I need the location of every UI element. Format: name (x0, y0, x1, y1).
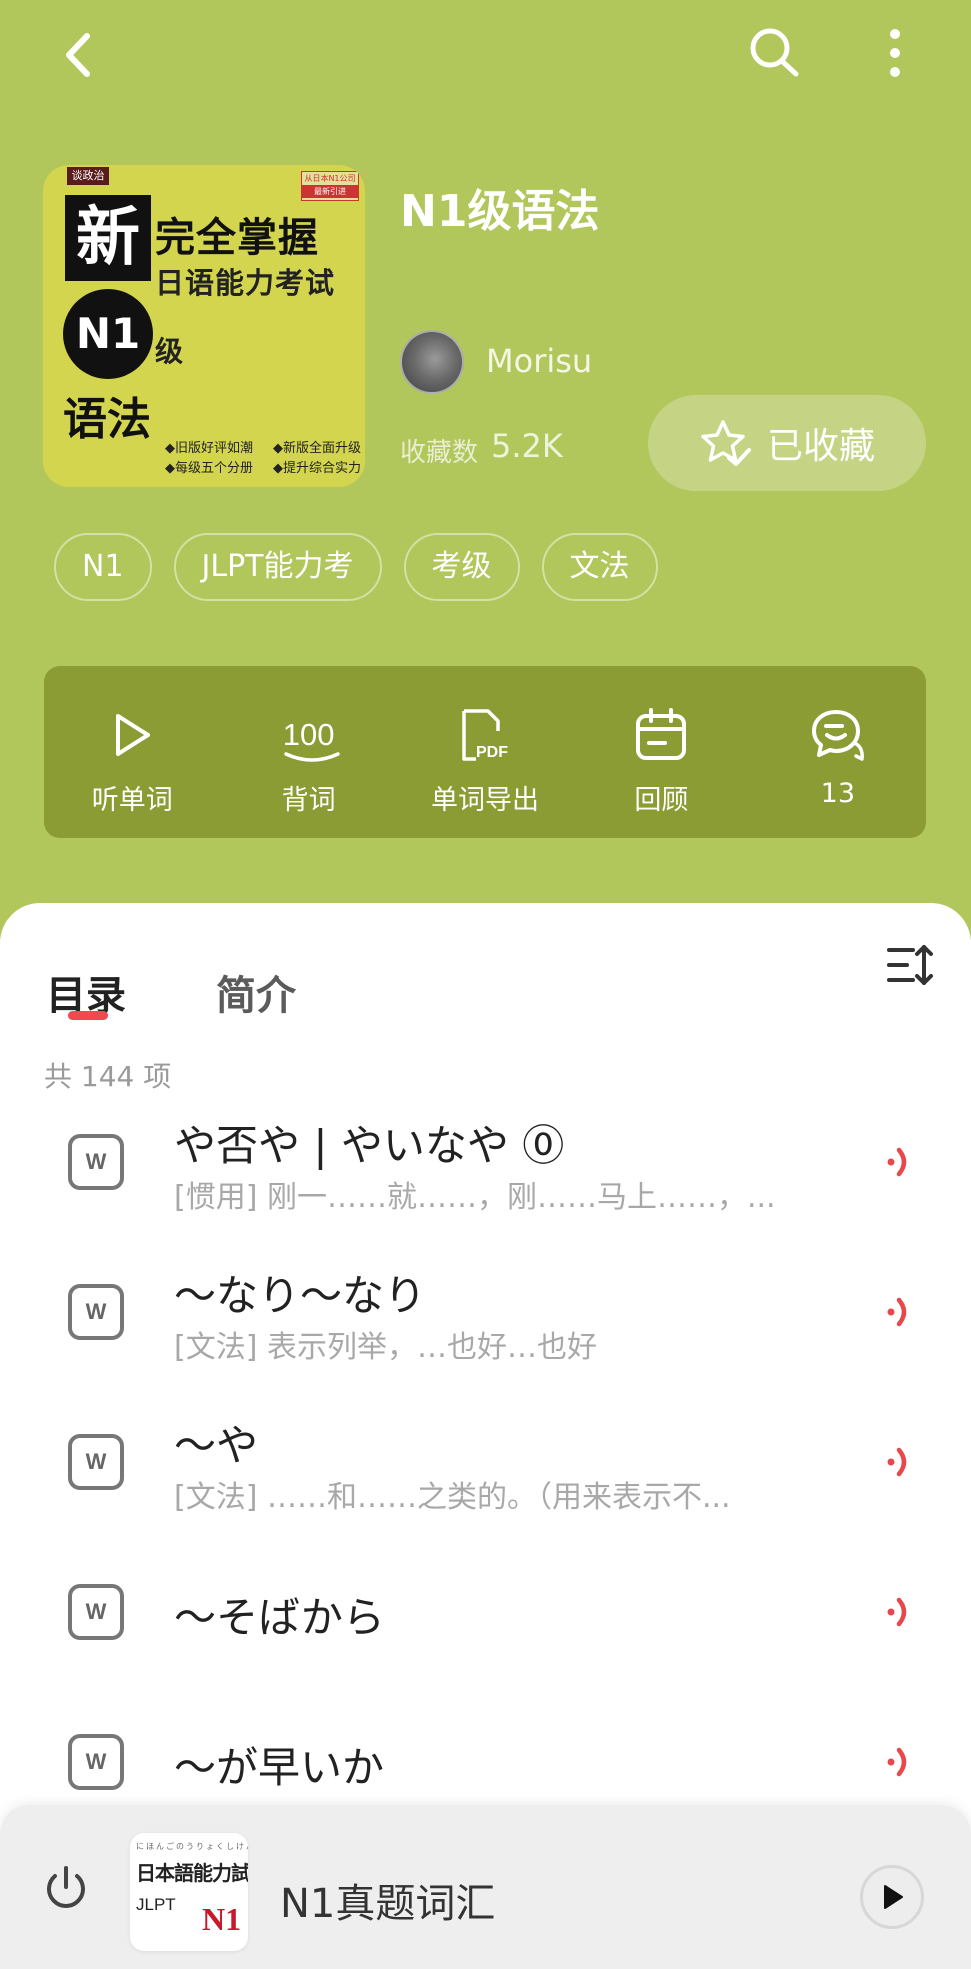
item-word: ～なり～なり (174, 1271, 427, 1320)
active-tab-indicator (68, 1011, 108, 1020)
calendar-icon (636, 708, 687, 760)
w-box-icon: W (68, 1584, 124, 1640)
thumb-title: 日本語能力試験 (136, 1861, 248, 1885)
pdf-icon-text: PDF (476, 744, 508, 761)
item-word: ～そばから (174, 1593, 385, 1642)
tag-chip[interactable]: N1 (54, 533, 152, 601)
thumb-sub: JLPT (136, 1895, 176, 1914)
list-item[interactable]: W ～なり～なり [文法] 表示列举，…也好…也好 (0, 1250, 971, 1400)
w-box-icon: W (68, 1434, 124, 1490)
thumb-level: N1 (202, 1901, 242, 1937)
star-check-icon (701, 420, 751, 466)
cover-badge-bottom: 最新引进 (302, 185, 358, 198)
player-title[interactable]: N1真题词汇 (280, 1871, 495, 1929)
book-cover[interactable]: 谈政治 从日本N1公司 最新引进 新 完全掌握 日语能力考试 N1 级 语法 ◆… (43, 165, 365, 487)
play-icon (884, 1885, 903, 1909)
cover-ji: 级 (155, 335, 184, 368)
speaker-icon[interactable] (882, 1292, 922, 1332)
cover-title-line1: 完全掌握 (155, 215, 319, 261)
author-avatar[interactable] (400, 330, 464, 394)
cover-badge: 从日本N1公司 最新引进 (301, 171, 359, 201)
mini-player[interactable]: にほんごのうりょくしけん 日本語能力試験 JLPT N1 N1真题词汇 (0, 1805, 971, 1969)
thumb-kana: にほんごのうりょくしけん (136, 1842, 248, 1851)
item-definition: [文法] ……和……之类的。（用来表示不... (174, 1480, 731, 1515)
review-label: 回顾 (634, 785, 689, 816)
cover-bullet: ◆提升综合实力 (273, 461, 361, 476)
list-item[interactable]: W ～や [文法] ……和……之类的。（用来表示不... (0, 1400, 971, 1550)
export-words-label: 单词导出 (431, 785, 540, 816)
cover-level: N1 (63, 289, 153, 379)
listen-words-label: 听单词 (91, 785, 173, 816)
list-item[interactable]: W や否や | やいなや ⓪ [惯用] 刚一……就……，刚……马上……，... (0, 1100, 971, 1250)
memorize-label: 背词 (281, 785, 336, 816)
w-box-icon: W (68, 1284, 124, 1340)
tag-chip[interactable]: JLPT能力考 (173, 533, 382, 601)
item-definition: [惯用] 刚一……就……，刚……马上……，... (174, 1180, 776, 1215)
comment-icon (811, 710, 864, 761)
back-button[interactable] (48, 20, 108, 90)
cover-bullet: ◆新版全面升级 (273, 441, 361, 456)
action-bar: 听单词 100 背词 PDF 单词导出 回顾 13 (44, 666, 926, 838)
item-count: 共 144 项 (44, 1060, 172, 1093)
favorite-button[interactable]: 已收藏 (648, 395, 926, 491)
tab-intro[interactable]: 简介 (216, 963, 296, 1021)
speaker-icon[interactable] (882, 1142, 922, 1182)
cover-xin: 新 (65, 195, 151, 281)
hundred-icon: 100 (282, 717, 340, 762)
review-button[interactable]: 回顾 (573, 666, 749, 838)
speaker-icon[interactable] (882, 1442, 922, 1482)
comments-count: 13 (820, 778, 855, 809)
memorize-button[interactable]: 100 背词 (220, 666, 396, 838)
book-title: N1级语法 (400, 186, 600, 237)
cover-bullet: ◆每级五个分册 (165, 461, 253, 476)
author-name[interactable]: Morisu (486, 342, 592, 380)
play-outline-icon (116, 714, 151, 756)
listen-words-button[interactable]: 听单词 (44, 666, 220, 838)
sort-order-icon (887, 945, 933, 985)
speaker-icon[interactable] (882, 1592, 922, 1632)
w-box-icon: W (68, 1134, 124, 1190)
power-icon[interactable] (40, 1863, 92, 1915)
hundred-icon-text: 100 (282, 717, 335, 752)
tag-chip[interactable]: 考级 (403, 533, 520, 601)
item-word: や否や | やいなや ⓪ (174, 1121, 565, 1170)
pdf-file-icon: PDF (462, 709, 508, 761)
tag-list: N1 JLPT能力考 考级 文法 (54, 533, 658, 601)
search-icon (750, 28, 799, 77)
item-definition: [文法] 表示列举，…也好…也好 (174, 1330, 597, 1365)
export-words-button[interactable]: PDF 单词导出 (397, 666, 573, 838)
sort-button[interactable] (882, 937, 938, 993)
item-word: ～や (174, 1421, 259, 1470)
player-thumbnail[interactable]: にほんごのうりょくしけん 日本語能力試験 JLPT N1 (130, 1833, 248, 1951)
cover-title-line2: 日语能力考试 (155, 266, 336, 300)
favorites-label: 收藏数 (400, 438, 479, 468)
comments-button[interactable]: 13 (750, 666, 926, 838)
w-box-icon: W (68, 1734, 124, 1790)
book-header: 谈政治 从日本N1公司 最新引进 新 完全掌握 日语能力考试 N1 级 语法 ◆… (0, 0, 971, 940)
cover-bullet: ◆旧版好评如潮 (165, 441, 253, 456)
cover-series-label: 谈政治 (67, 167, 109, 185)
tag-chip[interactable]: 文法 (541, 533, 658, 601)
cover-subject: 语法 (63, 394, 151, 445)
play-button[interactable] (860, 1865, 924, 1929)
cover-badge-top: 从日本N1公司 (304, 174, 356, 183)
item-word: ～が早いか (174, 1743, 385, 1792)
speaker-icon[interactable] (882, 1742, 922, 1782)
favorites-count: 5.2K (491, 427, 563, 465)
list-item[interactable]: W ～そばから (0, 1550, 971, 1700)
more-vertical-icon (890, 29, 900, 77)
favorite-button-label: 已收藏 (766, 426, 875, 467)
chevron-left-icon (66, 33, 90, 77)
search-button[interactable] (740, 18, 810, 88)
more-button[interactable] (860, 18, 930, 88)
